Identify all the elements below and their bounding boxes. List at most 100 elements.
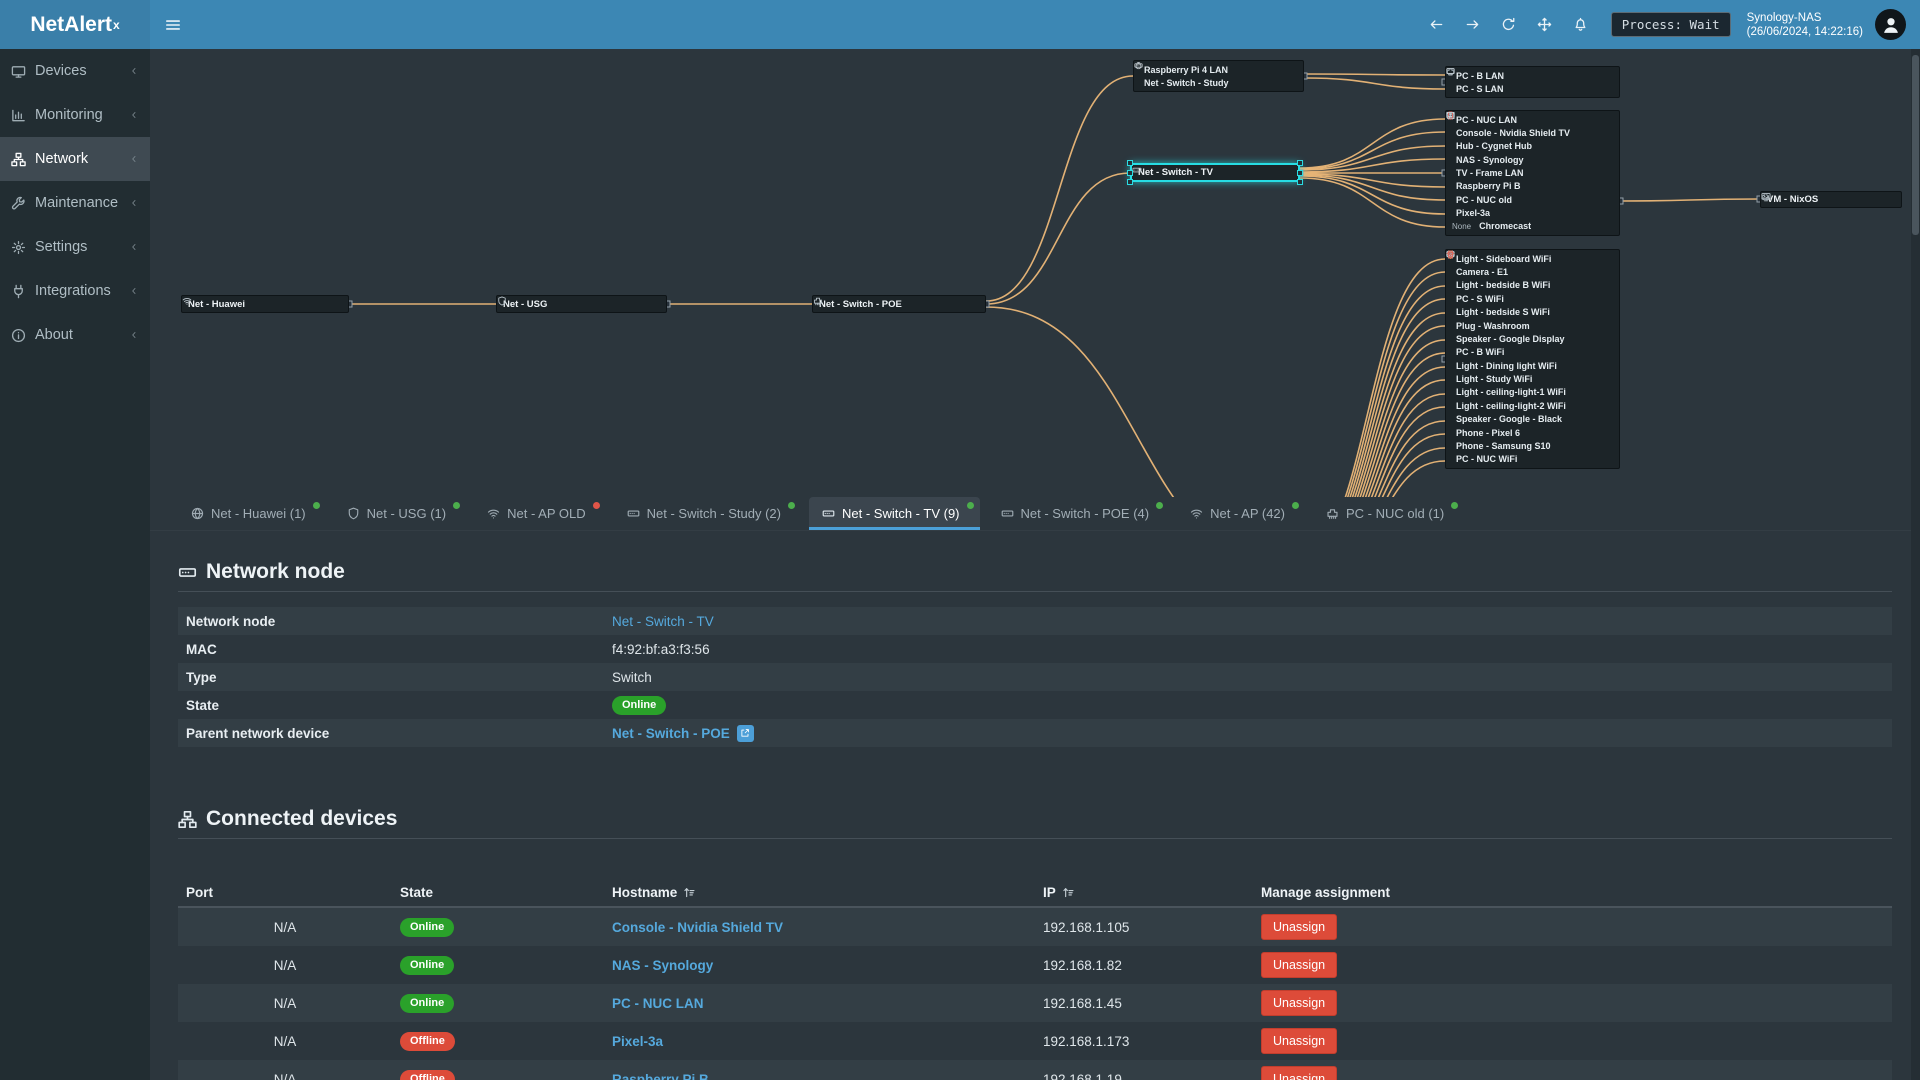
- hostname-link[interactable]: NAS - Synology: [612, 958, 713, 973]
- topology-device-pc-nuc-wifi[interactable]: PC - NUC WiFi: [1446, 251, 1619, 466]
- device-label: Plug - Washroom: [1456, 320, 1530, 331]
- topology-device-light-study-wifi[interactable]: Light - Study WiFi: [1446, 250, 1619, 385]
- device-label: Phone - Pixel 6: [1456, 427, 1521, 438]
- tab-status-dot: [966, 502, 974, 509]
- topology-device-raspberry-pi-4-lan[interactable]: Raspberry Pi 4 LAN: [1134, 62, 1303, 76]
- topology-device-light-ceiling-light-1-wifi[interactable]: Light - ceiling-light-1 WiFi: [1446, 250, 1619, 399]
- device-label: Camera - E1: [1456, 267, 1509, 278]
- unassign-button[interactable]: Unassign: [1261, 1066, 1338, 1080]
- topology-device-camera-e1[interactable]: Camera - E1: [1446, 251, 1619, 278]
- unassign-button[interactable]: Unassign: [1261, 1028, 1338, 1054]
- nav-back-button[interactable]: [1419, 0, 1455, 49]
- device-label: Pixel-3a: [1456, 207, 1491, 218]
- topology-device-light-sideboard-wifi[interactable]: Light - Sideboard WiFi: [1446, 250, 1619, 265]
- topology-cluster-lan-group-a: PC - B LAN PC - S LAN: [1445, 66, 1620, 98]
- topology-device-pc-b-lan[interactable]: PC - B LAN: [1446, 68, 1619, 82]
- bell-icon: [1575, 17, 1586, 31]
- tab-net-ap-42[interactable]: Net - AP (42): [1177, 497, 1305, 530]
- hostname-link[interactable]: Console - Nvidia Shield TV: [612, 920, 783, 935]
- scrollbar-thumb[interactable]: [1912, 55, 1919, 235]
- sidebar-item-devices[interactable]: Devices: [0, 49, 150, 93]
- hostname-link[interactable]: PC - NUC LAN: [612, 996, 704, 1011]
- topology-node-net-huawei[interactable]: Net - Huawei: [181, 295, 349, 313]
- topology-device-light-bedside-b-wifi[interactable]: Light - bedside B WiFi: [1446, 250, 1619, 292]
- topology-link: [1303, 77, 1446, 90]
- refresh-button[interactable]: [1491, 0, 1527, 49]
- page-scrollbar[interactable]: [1911, 49, 1920, 1080]
- topology-device-raspberry-pi-b[interactable]: Raspberry Pi B: [1446, 112, 1619, 193]
- sidebar-item-about[interactable]: About: [0, 313, 150, 357]
- topology-device-pc-nuc-lan[interactable]: PC - NUC LAN: [1446, 112, 1619, 126]
- topology-device-light-bedside-s-wifi[interactable]: Light - bedside S WiFi: [1446, 250, 1619, 319]
- user-avatar[interactable]: [1875, 9, 1906, 40]
- device-table-row: N/A Online Console - Nvidia Shield TV 192.1…: [178, 908, 1892, 946]
- network-topology-map[interactable]: Net - Huawei Net - USG Net - Switch - POE N…: [150, 49, 1920, 497]
- tab-net-ap-old[interactable]: Net - AP OLD: [474, 497, 606, 530]
- column-header-port: Port: [186, 884, 213, 900]
- sidebar-item-label: Network: [35, 151, 89, 167]
- topology-device-phone-samsung-s10[interactable]: Phone - Samsung S10: [1446, 250, 1619, 452]
- topology-device-net-switch-study[interactable]: Net - Switch - Study: [1134, 63, 1303, 89]
- topology-link: [1299, 177, 1446, 228]
- device-label: Light - Study WiFi: [1456, 374, 1533, 385]
- shield-icon: [498, 296, 506, 306]
- sidebar-item-maintenance[interactable]: Maintenance: [0, 181, 150, 225]
- topology-node-vm-nixos[interactable]: VM - NixOS: [1760, 191, 1902, 208]
- sidebar-item-integrations[interactable]: Integrations: [0, 269, 150, 313]
- tab-net-switch-tv-9[interactable]: Net - Switch - TV (9): [809, 497, 980, 530]
- state-badge: Offline: [400, 1031, 455, 1051]
- topology-device-tv-frame-lan[interactable]: TV - Frame LAN: [1446, 112, 1619, 179]
- hostname-link[interactable]: Pixel-3a: [612, 1034, 663, 1049]
- hostname-link[interactable]: Raspberry Pi B: [612, 1072, 709, 1080]
- tab-net-switch-poe-4[interactable]: Net - Switch - POE (4): [988, 497, 1170, 530]
- topology-node-net-switch-tv[interactable]: Net - Switch - TV: [1127, 160, 1303, 185]
- external-link-icon[interactable]: [736, 724, 754, 742]
- topology-device-speaker-google-display[interactable]: Speaker - Google Display: [1446, 250, 1619, 345]
- kv-row: Network node Net - Switch - TV: [178, 607, 1892, 635]
- column-header-state: State: [400, 884, 434, 900]
- topology-node-net-switch-poe[interactable]: Net - Switch - POE: [812, 295, 986, 313]
- tab-pc-nuc-old-1[interactable]: PC - NUC old (1): [1313, 497, 1464, 530]
- topology-link: [1619, 198, 1761, 202]
- topology-node-net-usg[interactable]: Net - USG: [496, 295, 667, 313]
- sidebar-item-settings[interactable]: Settings: [0, 225, 150, 269]
- topology-device-light-dining-light-wifi[interactable]: Light - Dining light WiFi: [1446, 250, 1619, 372]
- tab-net-usg-1[interactable]: Net - USG (1): [334, 497, 466, 530]
- column-header-ip[interactable]: IP: [1035, 885, 1253, 900]
- tab-label: Net - Huawei (1): [211, 506, 306, 521]
- brand-logo[interactable]: NetAlert x: [0, 0, 150, 49]
- shield-icon: [348, 507, 358, 520]
- chevron-left-icon: [132, 156, 136, 162]
- topology-device-pc-b-wifi[interactable]: PC - B WiFi: [1446, 251, 1619, 359]
- chevron-left-icon: [132, 200, 136, 206]
- tab-net-huawei-1[interactable]: Net - Huawei (1): [178, 497, 326, 530]
- topology-device-pc-s-wifi[interactable]: PC - S WiFi: [1446, 251, 1619, 305]
- topology-device-hub-cygnet-hub[interactable]: Hub - Cygnet Hub: [1446, 111, 1619, 153]
- topology-device-console-nvidia-shield-tv[interactable]: Console - Nvidia Shield TV: [1446, 112, 1619, 139]
- topology-device-plug-washroom[interactable]: Plug - Washroom: [1446, 250, 1619, 332]
- pan-tool-button[interactable]: [1527, 0, 1563, 49]
- device-label: Light - Dining light WiFi: [1456, 360, 1557, 371]
- topology-device-speaker-google-black[interactable]: Speaker - Google - Black: [1446, 250, 1619, 426]
- sidebar-item-network[interactable]: Network: [0, 137, 150, 181]
- unassign-button[interactable]: Unassign: [1261, 952, 1338, 978]
- topology-device-pc-s-lan[interactable]: PC - S LAN: [1446, 68, 1619, 95]
- notifications-button[interactable]: [1563, 0, 1599, 49]
- device-label: Chromecast: [1479, 221, 1532, 232]
- nav-forward-button[interactable]: [1455, 0, 1491, 49]
- parent-node-link[interactable]: Net - Switch - POE: [612, 726, 730, 741]
- topology-device-phone-pixel-6[interactable]: Phone - Pixel 6: [1446, 250, 1619, 439]
- topology-device-pixel-3a[interactable]: Pixel-3a: [1446, 111, 1619, 219]
- ip-cell: 192.168.1.45: [1043, 995, 1122, 1011]
- column-header-hostname[interactable]: Hostname: [604, 885, 1035, 900]
- node-name-link[interactable]: Net - Switch - TV: [612, 614, 714, 629]
- tab-net-switch-study-2[interactable]: Net - Switch - Study (2): [614, 497, 801, 530]
- sidebar-item-monitoring[interactable]: Monitoring: [0, 93, 150, 137]
- unassign-button[interactable]: Unassign: [1261, 914, 1338, 940]
- topology-device-chromecast[interactable]: None Chromecast: [1446, 112, 1619, 233]
- topology-device-pc-nuc-old[interactable]: PC - NUC old: [1446, 112, 1619, 206]
- unassign-button[interactable]: Unassign: [1261, 990, 1338, 1016]
- topology-device-nas-synology[interactable]: NAS - Synology: [1446, 112, 1619, 166]
- sidebar-toggle-button[interactable]: [150, 0, 196, 49]
- topology-device-light-ceiling-light-2-wifi[interactable]: Light - ceiling-light-2 WiFi: [1446, 250, 1619, 412]
